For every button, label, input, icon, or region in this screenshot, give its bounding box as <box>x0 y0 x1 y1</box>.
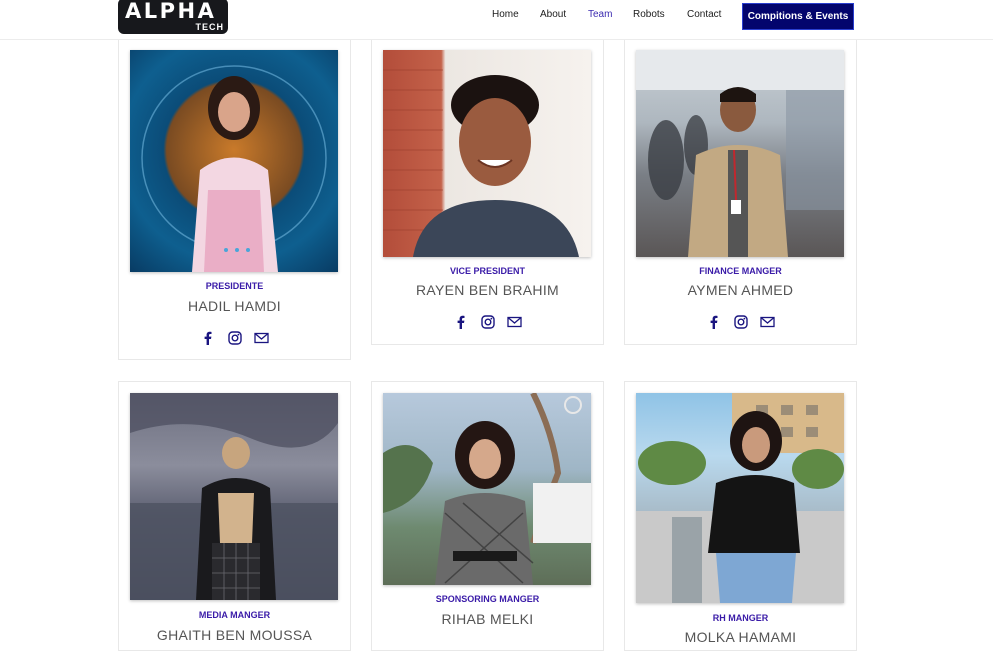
team-card-finance-manager: FINANCE MANGER AYMEN AHMED <box>624 38 857 345</box>
member-name: AYMEN AHMED <box>687 282 794 298</box>
member-photo <box>383 393 591 585</box>
member-photo <box>636 393 844 603</box>
brand-logo[interactable]: ALPHA TECH <box>118 0 228 34</box>
instagram-icon[interactable] <box>480 314 495 329</box>
member-name: MOLKA HAMAMI <box>684 629 797 645</box>
member-role: SPONSORING MANGER <box>435 594 540 604</box>
instagram-icon[interactable] <box>733 314 748 329</box>
team-card-vice-president: VICE PRESIDENT RAYEN BEN BRAHIM <box>371 38 604 345</box>
nav-contact[interactable]: Contact <box>687 9 721 20</box>
member-role: PRESIDENTE <box>205 281 264 291</box>
mail-icon[interactable] <box>507 314 522 329</box>
facebook-icon[interactable] <box>200 330 215 345</box>
member-name: GHAITH BEN MOUSSA <box>156 627 313 643</box>
mail-icon[interactable] <box>254 330 269 345</box>
member-name: RAYEN BEN BRAHIM <box>415 282 559 298</box>
member-name: RIHAB MELKI <box>441 611 534 627</box>
member-photo <box>636 50 844 257</box>
member-role: RH MANGER <box>712 613 769 623</box>
nav-about[interactable]: About <box>540 9 566 20</box>
team-card-sponsoring-manager: SPONSORING MANGER RIHAB MELKI <box>371 381 604 651</box>
member-name: HADIL HAMDI <box>187 298 281 314</box>
nav-home[interactable]: Home <box>492 9 519 20</box>
instagram-icon[interactable] <box>227 330 242 345</box>
competitions-events-button[interactable]: Compitions & Events <box>742 3 854 30</box>
facebook-icon[interactable] <box>706 314 721 329</box>
team-card-media-manager: MEDIA MANGER GHAITH BEN MOUSSA <box>118 381 351 651</box>
mail-icon[interactable] <box>760 314 775 329</box>
facebook-icon[interactable] <box>453 314 468 329</box>
member-photo <box>130 393 338 600</box>
social-links <box>119 330 350 345</box>
social-links <box>372 314 603 329</box>
team-card-president: PRESIDENTE HADIL HAMDI <box>118 38 351 360</box>
member-photo <box>383 50 591 257</box>
nav-robots[interactable]: Robots <box>633 9 665 20</box>
member-role: MEDIA MANGER <box>198 610 271 620</box>
member-photo <box>130 50 338 272</box>
team-card-rh-manager: RH MANGER MOLKA HAMAMI <box>624 381 857 651</box>
nav-team[interactable]: Team <box>588 9 612 20</box>
member-role: FINANCE MANGER <box>699 266 782 276</box>
logo-subtext: TECH <box>195 22 224 32</box>
social-links <box>625 314 856 329</box>
logo-text: ALPHA <box>125 0 217 23</box>
top-navbar: ALPHA TECH Home About Team Robots Contac… <box>0 0 993 40</box>
member-role: VICE PRESIDENT <box>449 266 525 276</box>
